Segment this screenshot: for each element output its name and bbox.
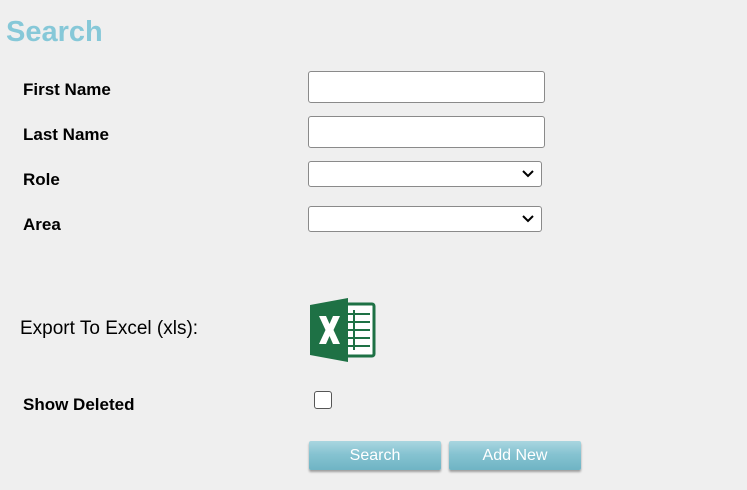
excel-icon[interactable] [310,298,376,362]
search-button[interactable]: Search [309,441,441,470]
role-select[interactable] [308,161,542,187]
first-name-input[interactable] [308,71,545,103]
area-select[interactable] [308,206,542,232]
role-label: Role [23,170,60,189]
last-name-input[interactable] [308,116,545,148]
export-label: Export To Excel (xls): [20,318,199,339]
add-new-button[interactable]: Add New [449,441,581,470]
last-name-label: Last Name [23,125,109,144]
show-deleted-checkbox[interactable] [314,391,332,409]
area-label: Area [23,215,61,234]
chevron-down-icon [522,170,534,178]
show-deleted-label: Show Deleted [23,395,135,414]
page-title: Search [6,16,103,48]
first-name-label: First Name [23,80,111,99]
chevron-down-icon [522,215,534,223]
